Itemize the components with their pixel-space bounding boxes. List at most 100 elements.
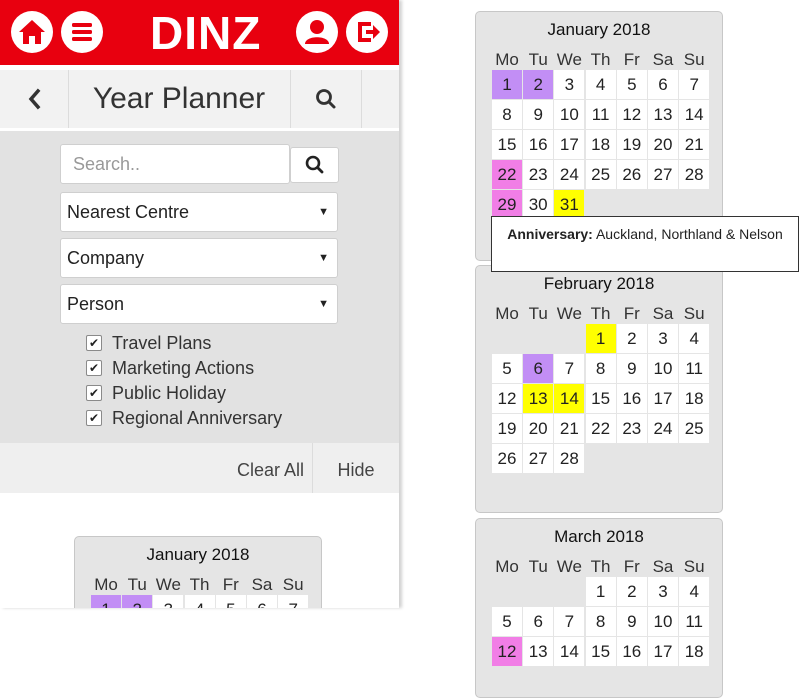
calendar-day[interactable]: 1 [585, 577, 616, 606]
calendar-day[interactable]: 26 [616, 160, 647, 189]
checkbox[interactable]: ✔ [86, 360, 102, 376]
calendar-day[interactable]: 18 [679, 637, 710, 666]
calendar-day[interactable]: 22 [585, 414, 616, 443]
calendar-day[interactable]: 13 [523, 384, 554, 413]
calendar-day[interactable]: 9 [616, 607, 647, 636]
calendar-day[interactable]: 5 [492, 354, 522, 383]
calendar-day[interactable]: 20 [648, 130, 678, 159]
calendar-day[interactable]: 14 [554, 637, 585, 666]
calendar-day[interactable]: 18 [679, 384, 710, 413]
calendar-day[interactable]: 11 [679, 607, 710, 636]
calendar-day[interactable]: 17 [554, 130, 585, 159]
calendar-day[interactable]: 1 [585, 324, 616, 353]
calendar-day[interactable]: 2 [122, 595, 153, 608]
calendar-day[interactable]: 6 [523, 354, 554, 383]
calendar-day[interactable]: 3 [648, 324, 678, 353]
calendar-day[interactable]: 16 [523, 130, 554, 159]
calendar-day[interactable]: 14 [679, 100, 710, 129]
calendar-day[interactable]: 16 [616, 637, 647, 666]
calendar-day[interactable]: 29 [492, 190, 522, 219]
menu-button[interactable] [61, 11, 103, 53]
calendar-day[interactable]: 14 [554, 384, 585, 413]
calendar-day[interactable]: 12 [616, 100, 647, 129]
calendar-day[interactable]: 28 [554, 444, 585, 473]
nearest-centre-select[interactable]: Nearest Centre ▼ [60, 192, 338, 232]
checkbox[interactable]: ✔ [86, 410, 102, 426]
calendar-day[interactable]: 3 [554, 70, 585, 99]
calendar-day[interactable]: 4 [184, 595, 215, 608]
calendar-day[interactable]: 6 [648, 70, 678, 99]
profile-button[interactable] [296, 11, 338, 53]
back-button[interactable] [0, 70, 69, 128]
calendar-day[interactable]: 19 [492, 414, 522, 443]
calendar-day[interactable]: 4 [679, 577, 710, 606]
calendar-day[interactable]: 3 [648, 577, 678, 606]
calendar-day[interactable]: 1 [492, 70, 522, 99]
calendar-day[interactable]: 10 [648, 607, 678, 636]
calendar-day[interactable]: 16 [616, 384, 647, 413]
calendar-day[interactable]: 12 [492, 637, 522, 666]
calendar-day[interactable]: 8 [585, 607, 616, 636]
calendar-day[interactable]: 15 [492, 130, 522, 159]
calendar-day[interactable]: 7 [554, 607, 585, 636]
calendar-day[interactable]: 7 [679, 70, 710, 99]
calendar-day[interactable]: 2 [523, 70, 554, 99]
calendar-day[interactable]: 3 [153, 595, 184, 608]
calendar-day[interactable]: 9 [523, 100, 554, 129]
logout-button[interactable] [346, 11, 388, 53]
calendar-day[interactable]: 24 [554, 160, 585, 189]
calendar-day[interactable]: 7 [554, 354, 585, 383]
calendar-day[interactable]: 27 [648, 160, 678, 189]
calendar-day[interactable]: 20 [523, 414, 554, 443]
calendar-day[interactable]: 2 [616, 324, 647, 353]
calendar-day[interactable]: 5 [616, 70, 647, 99]
calendar-day[interactable]: 11 [679, 354, 710, 383]
checkbox[interactable]: ✔ [86, 335, 102, 351]
calendar-day[interactable]: 18 [585, 130, 616, 159]
calendar-day[interactable]: 5 [215, 595, 246, 608]
calendar-day[interactable]: 24 [648, 414, 678, 443]
calendar-day[interactable]: 15 [585, 637, 616, 666]
home-button[interactable] [11, 11, 53, 53]
calendar-day[interactable]: 7 [278, 595, 309, 608]
calendar-day[interactable]: 6 [523, 607, 554, 636]
search-toggle-button[interactable] [290, 70, 362, 128]
calendar-day[interactable]: 22 [492, 160, 522, 189]
calendar-day[interactable]: 19 [616, 130, 647, 159]
calendar-day[interactable]: 8 [585, 354, 616, 383]
calendar-day[interactable]: 1 [91, 595, 121, 608]
calendar-day[interactable]: 4 [585, 70, 616, 99]
calendar-day[interactable]: 6 [247, 595, 277, 608]
calendar-day[interactable]: 31 [554, 190, 585, 219]
calendar-day[interactable]: 21 [554, 414, 585, 443]
company-select[interactable]: Company ▼ [60, 238, 338, 278]
calendar-day[interactable]: 4 [679, 324, 710, 353]
calendar-day[interactable]: 23 [523, 160, 554, 189]
calendar-day[interactable]: 23 [616, 414, 647, 443]
calendar-day[interactable]: 17 [648, 637, 678, 666]
hide-button[interactable]: Hide [312, 443, 399, 493]
calendar-day[interactable]: 21 [679, 130, 710, 159]
calendar-day[interactable]: 9 [616, 354, 647, 383]
search-input[interactable] [60, 144, 290, 184]
calendar-day[interactable]: 8 [492, 100, 522, 129]
calendar-day[interactable]: 25 [679, 414, 710, 443]
calendar-day[interactable]: 15 [585, 384, 616, 413]
clear-all-button[interactable]: Clear All [200, 443, 308, 493]
calendar-day[interactable]: 27 [523, 444, 554, 473]
calendar-day[interactable]: 17 [648, 384, 678, 413]
calendar-day[interactable]: 11 [585, 100, 616, 129]
calendar-day[interactable]: 28 [679, 160, 710, 189]
calendar-day[interactable]: 25 [585, 160, 616, 189]
calendar-day[interactable]: 13 [648, 100, 678, 129]
calendar-day[interactable]: 10 [648, 354, 678, 383]
calendar-day[interactable]: 2 [616, 577, 647, 606]
calendar-day[interactable]: 10 [554, 100, 585, 129]
calendar-day[interactable]: 5 [492, 607, 522, 636]
calendar-day[interactable]: 13 [523, 637, 554, 666]
calendar-day[interactable]: 26 [492, 444, 522, 473]
calendar-day[interactable]: 12 [492, 384, 522, 413]
person-select[interactable]: Person ▼ [60, 284, 338, 324]
checkbox[interactable]: ✔ [86, 385, 102, 401]
calendar-day[interactable]: 30 [523, 190, 554, 219]
